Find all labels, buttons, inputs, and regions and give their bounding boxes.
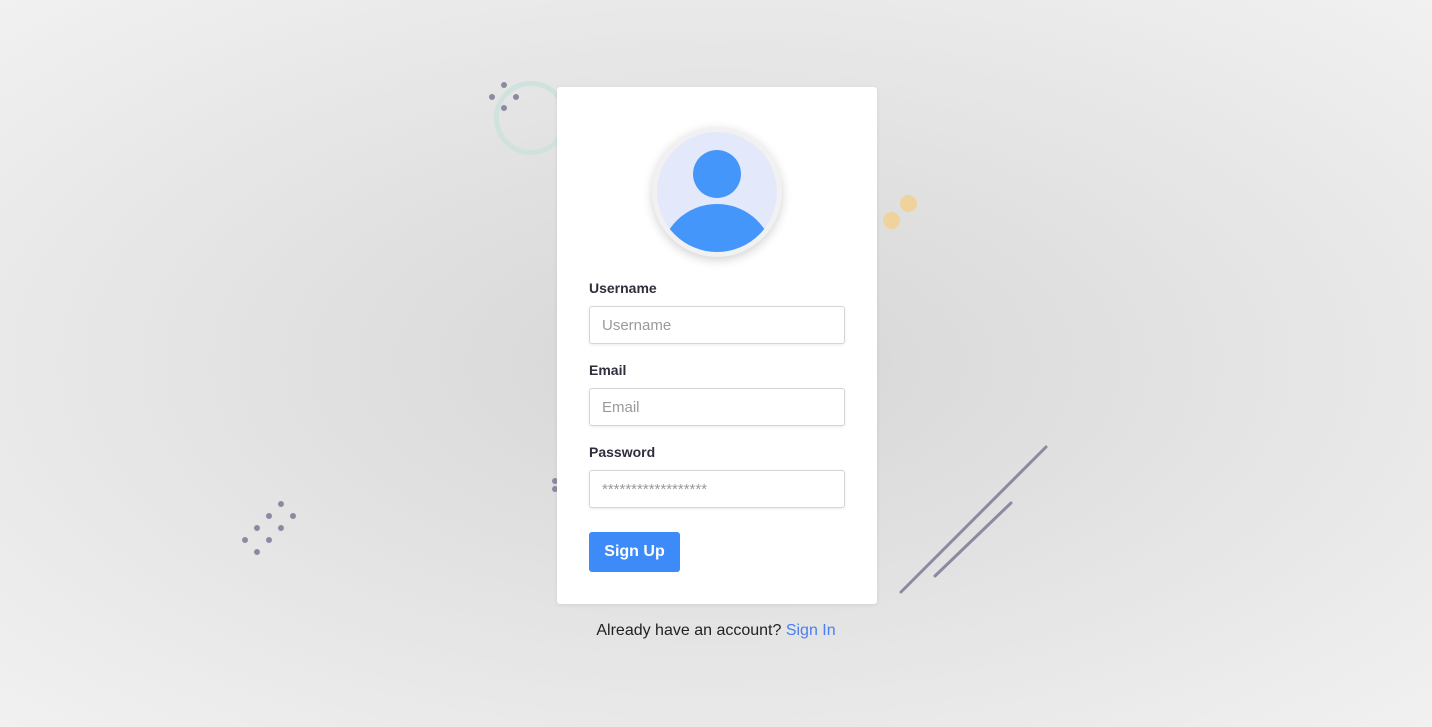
email-input[interactable]: [589, 388, 845, 426]
avatar: [652, 127, 782, 257]
sign-in-link[interactable]: Sign In: [786, 622, 836, 639]
sign-up-button[interactable]: Sign Up: [589, 532, 680, 572]
username-label: Username: [589, 280, 657, 296]
signup-card: Username Email Password Sign Up: [557, 87, 877, 604]
email-label: Email: [589, 362, 627, 378]
decorative-lines: [899, 445, 1048, 594]
username-input[interactable]: [589, 306, 845, 344]
password-label: Password: [589, 444, 656, 460]
password-input[interactable]: [589, 470, 845, 508]
signin-prompt-text: Already have an account?: [596, 622, 782, 639]
signin-prompt: Already have an account? Sign In: [0, 622, 1432, 640]
user-avatar-icon: [661, 150, 773, 252]
